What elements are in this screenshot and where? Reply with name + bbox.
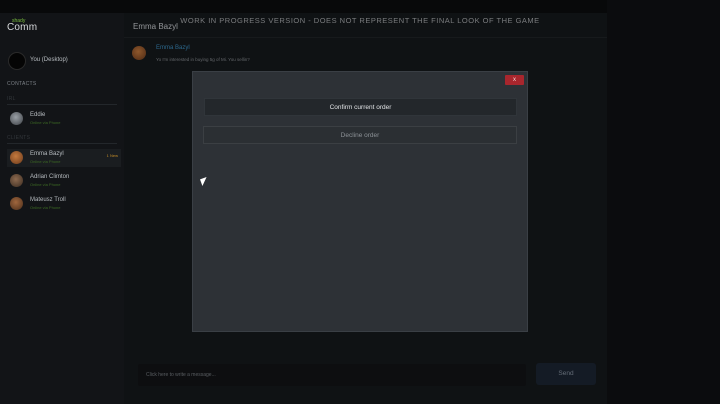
app-window: shady Comm You (Desktop) CONTACTS IRL Ed… <box>0 0 720 404</box>
right-margin <box>607 0 720 404</box>
contact-status: Online via Phone <box>30 182 61 187</box>
user-avatar <box>8 52 26 70</box>
avatar <box>10 112 23 125</box>
section-heading-clients: CLIENTS <box>7 135 31 141</box>
contact-status: Online via Phone <box>30 159 61 164</box>
contact-mateusz-troll[interactable]: Mateusz Troll Online via Phone <box>7 195 121 213</box>
avatar <box>10 197 23 210</box>
contact-status: Online via Phone <box>30 205 61 210</box>
contacts-heading: CONTACTS <box>7 81 37 87</box>
contact-name: Adrian Climton <box>30 174 70 180</box>
section-heading-irl: IRL <box>7 96 16 102</box>
confirm-order-button[interactable]: Confirm current order <box>204 98 517 116</box>
divider <box>7 143 117 144</box>
avatar <box>10 174 23 187</box>
divider <box>7 104 117 105</box>
new-message-badge: 1 New <box>106 153 118 158</box>
top-bar <box>0 0 607 13</box>
contact-status: Online via Phone <box>30 120 61 125</box>
contact-eddie[interactable]: Eddie Online via Phone <box>7 110 121 128</box>
contact-name: Mateusz Troll <box>30 197 66 203</box>
contact-name: Emma Bazyl <box>30 151 64 157</box>
avatar <box>10 151 23 164</box>
contact-name: Eddie <box>30 112 46 118</box>
contact-emma-bazyl[interactable]: Emma Bazyl Online via Phone 1 New <box>7 149 121 167</box>
decline-order-button[interactable]: Decline order <box>203 126 517 144</box>
current-user-label: You (Desktop) <box>30 57 68 63</box>
contact-adrian-climton[interactable]: Adrian Climton Online via Phone <box>7 172 121 190</box>
current-user[interactable]: You (Desktop) <box>7 52 119 72</box>
close-button[interactable]: x <box>505 75 524 85</box>
